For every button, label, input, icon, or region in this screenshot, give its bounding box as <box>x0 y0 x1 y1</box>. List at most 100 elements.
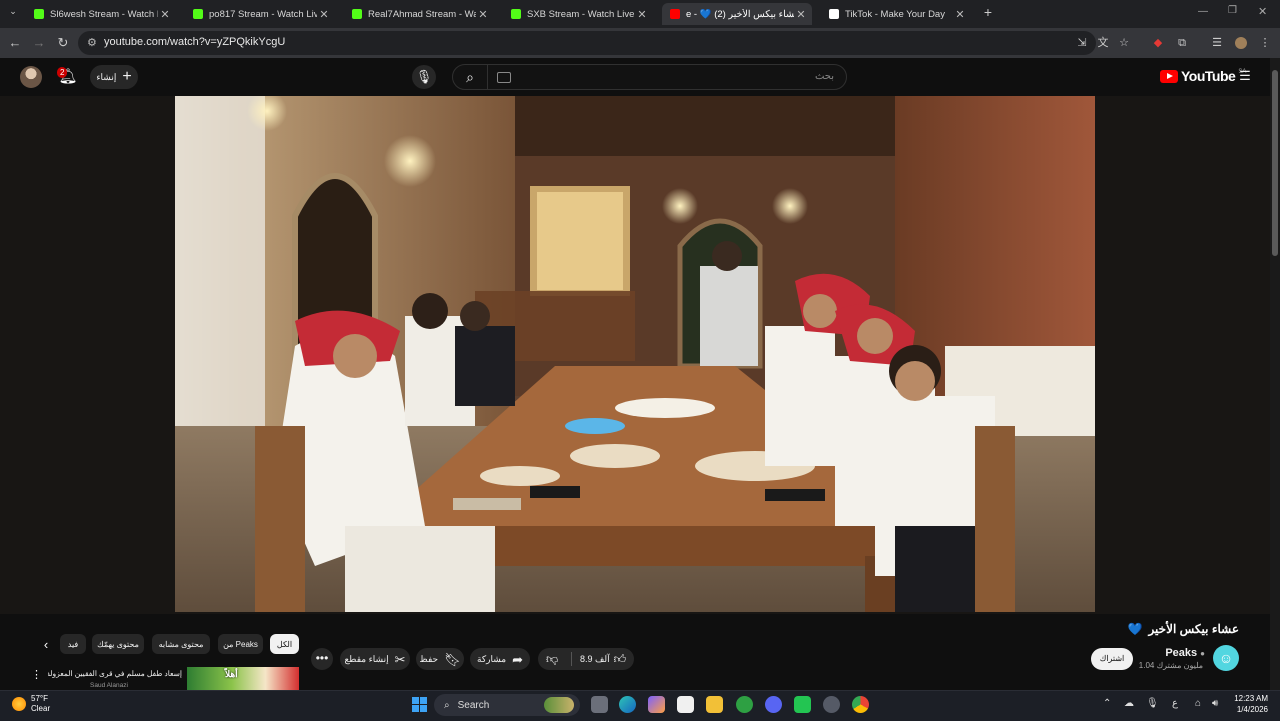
maximize-button[interactable]: ❐ <box>1228 5 1237 16</box>
reading-list-icon[interactable]: ☰ <box>1210 36 1224 50</box>
install-app-icon[interactable]: ⇲ <box>1075 36 1089 50</box>
chrome-icon[interactable] <box>852 696 869 713</box>
create-button[interactable]: إنشاء + <box>90 65 138 89</box>
youtube-logo[interactable]: YouTube SA <box>1160 68 1246 84</box>
filter-chip[interactable]: فيد <box>60 634 86 654</box>
browser-tab[interactable]: SXB Stream - Watch Live on Kick✕ <box>503 3 653 25</box>
browser-tab[interactable]: Real7Ahmad Stream - Watch Live on Kick✕ <box>344 3 494 25</box>
url-text: youtube.com/watch?v=yZPQkikYcgU <box>104 36 286 48</box>
forward-arrow-icon[interactable]: → <box>31 35 47 51</box>
search-input[interactable]: ⌕ بحث <box>452 64 847 90</box>
keyboard-icon[interactable] <box>497 72 511 83</box>
clip-button[interactable]: إنشاء مقطع ✂ <box>340 648 410 670</box>
scrollbar-thumb[interactable] <box>1272 70 1278 256</box>
like-dislike-group: 👎︎ 8.9 آلف 👍︎ <box>538 648 634 670</box>
share-button[interactable]: مشاركة ➦ <box>470 648 530 670</box>
bookmark-star-icon[interactable]: ☆ <box>1117 36 1131 50</box>
windows-start-icon[interactable] <box>412 697 427 712</box>
filter-chip[interactable]: محتوى يهمّك <box>92 634 144 654</box>
youtube-play-icon <box>1160 69 1178 83</box>
browser-toolbar: ← → ↻ ⚙ youtube.com/watch?v=yZPQkikYcgU … <box>0 28 1280 58</box>
site-info-icon[interactable]: ⚙ <box>87 36 97 49</box>
user-avatar[interactable] <box>20 66 42 88</box>
browser-tab[interactable]: Sl6wesh Stream - Watch Live on Kick✕ <box>26 3 176 25</box>
back-arrow-icon[interactable]: ← <box>7 35 23 51</box>
input-language[interactable]: ع <box>1172 698 1178 709</box>
filter-chip[interactable]: من Peaks <box>218 634 263 654</box>
translate-icon[interactable]: 文 <box>1096 36 1110 50</box>
verified-check-icon: ● <box>1200 648 1205 658</box>
chips-left-chevron-icon[interactable]: ‹ <box>38 637 54 653</box>
channel-name[interactable]: Peaks <box>1165 647 1197 659</box>
browser-tab[interactable]: e - 💙 عشاء بيكس الأخير (2) ✕ <box>662 3 812 25</box>
clock-time: 12:23 AM <box>1234 694 1268 703</box>
network-icon[interactable]: ⌂ <box>1195 698 1201 709</box>
close-tab-icon[interactable]: ✕ <box>635 8 649 21</box>
settings-gear-icon[interactable] <box>823 696 840 713</box>
save-button[interactable]: حفظ 🔖︎ <box>416 648 464 670</box>
xbox-icon[interactable] <box>736 696 753 713</box>
dislike-icon[interactable]: 👎︎ <box>546 652 558 667</box>
search-highlight-image <box>544 697 574 713</box>
like-button[interactable]: 8.9 آلف 👍︎ <box>580 652 626 667</box>
new-tab-button[interactable]: + <box>980 4 996 22</box>
microphone-icon[interactable]: 🎙︎ <box>1146 698 1159 709</box>
clip-label: إنشاء مقطع <box>344 653 389 664</box>
task-view-icon[interactable] <box>591 696 608 713</box>
onedrive-cloud-icon[interactable]: ☁ <box>1124 698 1134 709</box>
minimize-button[interactable]: — <box>1198 6 1208 17</box>
search-placeholder: بحث <box>814 71 834 82</box>
copilot-icon[interactable] <box>648 696 665 713</box>
discord-icon[interactable] <box>765 696 782 713</box>
voice-search-mic-icon[interactable]: 🎙︎ <box>412 65 436 89</box>
tab-title: Sl6wesh Stream - Watch Live on Kick <box>50 8 158 20</box>
reload-icon[interactable]: ↻ <box>55 35 71 51</box>
taskbar-search[interactable]: ⌕ Search <box>434 694 580 716</box>
browser-menu-icon[interactable]: ⋮ <box>1258 36 1272 50</box>
clock-date: 1/4/2026 <box>1236 705 1268 714</box>
blue-heart-icon: 💙 <box>1127 622 1143 636</box>
address-bar[interactable]: ⚙ youtube.com/watch?v=yZPQkikYcgU <box>78 31 1096 55</box>
video-frame[interactable] <box>175 96 1095 612</box>
more-actions-icon[interactable]: ••• <box>311 648 333 670</box>
rec-video-thumbnail[interactable]: أهلاً <box>187 667 299 690</box>
filter-chip[interactable]: محتوى مشابه <box>152 634 210 654</box>
edge-browser-icon[interactable] <box>619 696 636 713</box>
kick-icon <box>511 9 521 19</box>
rec-video-title[interactable]: إسعاد طفل مسلم في قرى الفقيين المعزولة P… <box>48 669 182 678</box>
extension-icon[interactable]: ◆ <box>1151 36 1165 50</box>
close-tab-icon[interactable]: ✕ <box>317 8 331 21</box>
bookmark-icon: 🔖︎ <box>444 651 461 667</box>
search-icon[interactable]: ⌕ <box>453 65 488 89</box>
thumbs-up-icon: 👍︎ <box>613 652 627 666</box>
close-tab-icon[interactable]: ✕ <box>794 8 808 21</box>
tab-title: SXB Stream - Watch Live on Kick <box>527 8 635 20</box>
channel-avatar[interactable]: ☺ <box>1213 645 1239 671</box>
system-clock[interactable]: 12:23 AM 1/4/2026 <box>1228 693 1268 715</box>
video-title: عشاء بيكس الأخير <box>1148 622 1239 636</box>
rec-more-icon[interactable]: ⋮ <box>31 668 42 681</box>
close-tab-icon[interactable]: ✕ <box>476 8 490 21</box>
profile-avatar-icon[interactable] <box>1235 37 1247 49</box>
microsoft-store-icon[interactable] <box>677 696 694 713</box>
channel-name-row[interactable]: Peaks ● <box>1165 647 1205 659</box>
rec-thumbnail-text: أهلاً <box>225 669 238 679</box>
tab-list-dropdown[interactable]: ⌄ <box>6 6 20 20</box>
close-tab-icon[interactable]: ✕ <box>158 8 172 21</box>
guide-menu-icon[interactable]: ☰ <box>1238 69 1252 83</box>
subscribe-button[interactable]: اشتراك <box>1091 648 1133 670</box>
close-tab-icon[interactable]: ✕ <box>953 8 967 21</box>
kick-icon <box>193 9 203 19</box>
weather-condition: Clear <box>31 704 51 713</box>
filter-chip[interactable]: الكل <box>270 634 299 654</box>
browser-tab[interactable]: TikTok - Make Your Day ✕ <box>821 3 971 25</box>
extensions-puzzle-icon[interactable]: ⧉ <box>1175 36 1189 50</box>
tray-chevron-icon[interactable]: ⌃ <box>1103 698 1111 709</box>
file-explorer-icon[interactable] <box>706 696 723 713</box>
weather-widget[interactable]: 57°F Clear <box>12 694 50 714</box>
close-window-button[interactable]: ✕ <box>1258 5 1267 18</box>
app-green-icon[interactable] <box>794 696 811 713</box>
volume-icon[interactable]: 🔊︎ <box>1212 698 1218 709</box>
tab-title: Real7Ahmad Stream - Watch Live on Kick <box>368 8 476 20</box>
browser-tab[interactable]: po817 Stream - Watch Live on Kick✕ <box>185 3 335 25</box>
